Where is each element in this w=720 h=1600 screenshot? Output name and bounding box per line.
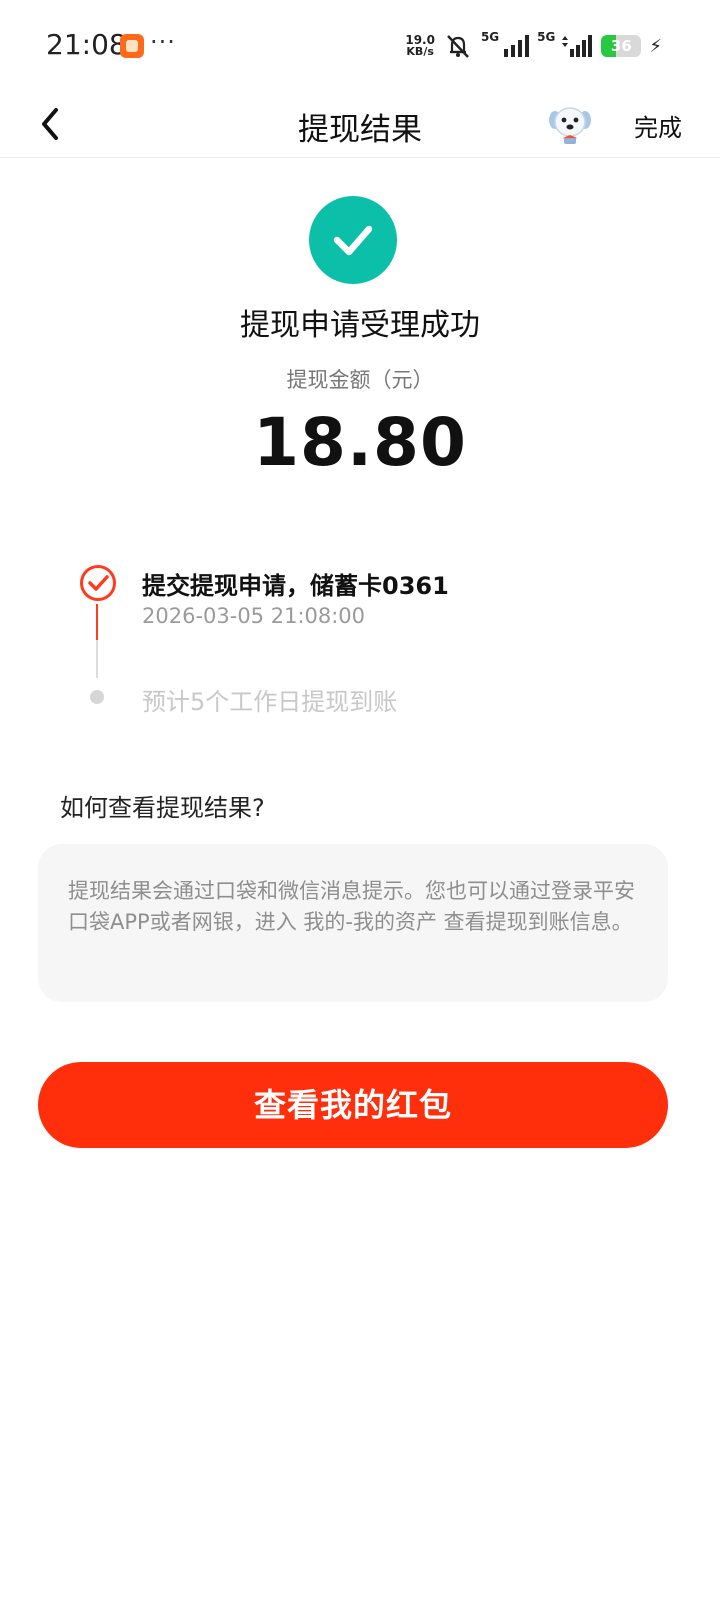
timeline-step-arrival: 预计5个工作日提现到账	[142, 688, 398, 716]
network-speed-unit: KB/s	[406, 45, 434, 58]
mute-bell-icon	[447, 35, 469, 58]
network-speed: 19.0 KB/s	[405, 34, 435, 58]
page-title: 提现结果	[298, 112, 422, 148]
help-title: 如何查看提现结果?	[60, 794, 265, 822]
signal1-label: 5G	[480, 30, 500, 44]
app-notification-icon	[120, 34, 144, 58]
help-box: 提现结果会通过口袋和微信消息提示。您也可以通过登录平安口袋APP或者网银，进入 …	[38, 844, 668, 1002]
battery-level: 36	[610, 37, 632, 55]
battery-icon: 36	[601, 35, 642, 57]
mascot-avatar[interactable]	[547, 102, 593, 146]
step-done-icon	[80, 565, 116, 601]
mascot-dog-icon	[549, 107, 591, 144]
signal-icon	[504, 35, 530, 57]
signal2-label: 5G	[537, 30, 556, 44]
result-title: 提现申请受理成功	[240, 308, 480, 343]
help-text: 提现结果会通过口袋和微信消息提示。您也可以通过登录平安口袋APP或者网银，进入 …	[68, 879, 635, 934]
navbar: 提现结果 完成	[0, 92, 720, 158]
done-button[interactable]: 完成	[634, 108, 682, 143]
timeline-step-submit-time: 2026-03-05 21:08:00	[142, 604, 366, 628]
more-notifications-icon: ···	[150, 28, 176, 56]
view-red-packet-button[interactable]: 查看我的红包	[38, 1062, 668, 1148]
timeline-line-pending	[96, 640, 98, 678]
signal-data-icon	[562, 35, 593, 57]
success-check-icon	[309, 196, 397, 284]
withdraw-amount: 18.80	[253, 404, 467, 481]
checkmark-icon	[333, 225, 373, 256]
step-pending-dot	[90, 690, 104, 704]
timeline-step-submit: 提交提现申请，储蓄卡0361	[142, 572, 449, 600]
status-time: 21:08	[46, 28, 127, 61]
status-icons: 19.0 KB/s 5G 5G 36 ⚡	[405, 30, 662, 62]
status-bar: 21:08 ··· 19.0 KB/s 5G 5G 36 ⚡	[0, 0, 720, 92]
charging-icon: ⚡	[649, 35, 662, 57]
amount-label: 提现金额（元）	[286, 368, 434, 392]
timeline-line-active	[96, 604, 98, 640]
